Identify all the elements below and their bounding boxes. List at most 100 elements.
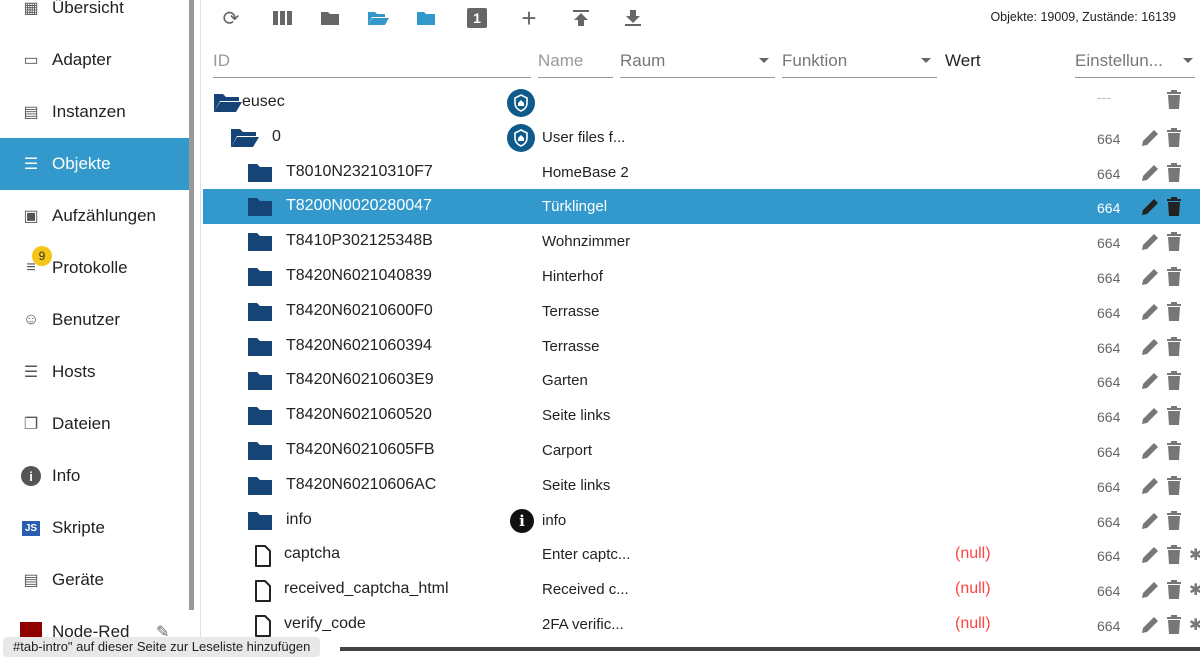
edit-icon[interactable] bbox=[1140, 580, 1160, 605]
delete-icon[interactable] bbox=[1166, 441, 1182, 466]
settings-icon[interactable]: ✱ bbox=[1189, 580, 1200, 600]
folder-icon[interactable] bbox=[247, 232, 273, 257]
sidebar-item-ger-te[interactable]: ▤ Geräte bbox=[0, 554, 189, 606]
folder-icon[interactable] bbox=[247, 337, 273, 362]
delete-icon[interactable] bbox=[1166, 162, 1182, 188]
delete-icon[interactable] bbox=[1166, 232, 1182, 257]
sidebar-item-aufz-hlungen[interactable]: ▣ Aufzählungen bbox=[0, 190, 189, 242]
delete-icon[interactable] bbox=[1166, 197, 1182, 222]
expand-one-level-button[interactable]: 1 bbox=[465, 6, 489, 30]
sidebar-item--bersicht[interactable]: ▦ Übersicht bbox=[0, 0, 189, 34]
delete-icon[interactable] bbox=[1166, 127, 1182, 153]
table-row[interactable]: T8420N60210600F0 Terrasse 664 bbox=[203, 294, 1200, 329]
table-row[interactable]: eusec --- bbox=[203, 85, 1200, 120]
sidebar-item-skripte[interactable]: JS Skripte bbox=[0, 502, 189, 554]
edit-icon[interactable] bbox=[1140, 615, 1160, 640]
delete-icon[interactable] bbox=[1166, 371, 1182, 396]
folder-icon[interactable] bbox=[247, 197, 273, 222]
table-row[interactable]: T8420N60210603E9 Garten 664 bbox=[203, 363, 1200, 398]
permissions: 664 bbox=[1097, 513, 1121, 530]
file-icon[interactable] bbox=[254, 580, 272, 607]
sidebar-scrollbar[interactable] bbox=[189, 0, 194, 610]
permissions: 664 bbox=[1097, 444, 1121, 460]
folder-icon[interactable] bbox=[247, 371, 273, 396]
delete-icon[interactable] bbox=[1166, 301, 1182, 327]
delete-icon[interactable] bbox=[1166, 510, 1182, 536]
delete-icon[interactable] bbox=[1166, 406, 1182, 431]
sidebar-item-adapter[interactable]: ▭ Adapter bbox=[0, 34, 189, 86]
edit-icon[interactable] bbox=[1140, 511, 1160, 536]
edit-icon[interactable] bbox=[1140, 371, 1160, 396]
sidebar-item-label: Geräte bbox=[52, 570, 104, 589]
object-value[interactable]: (null) bbox=[955, 545, 991, 563]
folder-icon[interactable] bbox=[247, 476, 273, 501]
table-row[interactable]: received_captcha_html Received c... (null)… bbox=[203, 572, 1200, 607]
delete-icon[interactable] bbox=[1166, 267, 1182, 292]
delete-icon[interactable] bbox=[1166, 90, 1182, 115]
edit-icon[interactable] bbox=[1140, 441, 1160, 466]
sidebar-item-hosts[interactable]: ☰ Hosts bbox=[0, 346, 189, 398]
table-row[interactable]: T8420N6021060394 Terrasse 664 bbox=[203, 329, 1200, 364]
sidebar-item-objekte[interactable]: ☰ Objekte bbox=[0, 138, 189, 190]
folder-icon[interactable] bbox=[247, 267, 273, 292]
sidebar-item-dateien[interactable]: ❐ Dateien bbox=[0, 398, 189, 450]
table-row[interactable]: info i info 664 bbox=[203, 503, 1200, 538]
delete-icon[interactable] bbox=[1166, 475, 1182, 501]
edit-icon[interactable] bbox=[1140, 163, 1160, 188]
function-filter-select[interactable]: Funktion bbox=[782, 46, 937, 78]
edit-icon[interactable] bbox=[1140, 197, 1160, 222]
edit-icon[interactable] bbox=[1140, 406, 1160, 431]
folder-icon[interactable] bbox=[247, 511, 273, 536]
sidebar-item-info[interactable]: i Info bbox=[0, 450, 189, 502]
folder-icon[interactable] bbox=[247, 441, 273, 466]
room-filter-select[interactable]: Raum bbox=[620, 46, 775, 78]
file-icon[interactable] bbox=[254, 545, 272, 572]
sidebar-item-protokolle[interactable]: ≡ Protokolle 9 bbox=[0, 242, 189, 294]
columns-icon[interactable] bbox=[271, 6, 295, 30]
table-row[interactable]: captcha Enter captc... (null) 664 ✱ bbox=[203, 537, 1200, 572]
object-value[interactable]: (null) bbox=[955, 580, 991, 598]
folder-open-icon[interactable] bbox=[366, 6, 390, 30]
folder-icon[interactable] bbox=[247, 406, 273, 431]
add-icon[interactable]: + bbox=[517, 3, 541, 33]
edit-icon[interactable] bbox=[1140, 232, 1160, 257]
sidebar-item-benutzer[interactable]: ☺ Benutzer bbox=[0, 294, 189, 346]
folder-open-icon[interactable] bbox=[230, 128, 260, 153]
delete-icon[interactable] bbox=[1166, 545, 1182, 570]
table-row[interactable]: T8410P302125348B Wohnzimmer 664 bbox=[203, 224, 1200, 259]
folder-icon[interactable] bbox=[247, 163, 273, 188]
settings-icon[interactable]: ✱ bbox=[1189, 615, 1200, 635]
table-row[interactable]: verify_code 2FA verific... (null) 664 ✱ bbox=[203, 607, 1200, 642]
horizontal-scrollbar[interactable] bbox=[340, 647, 1200, 651]
folder-icon[interactable] bbox=[247, 302, 273, 327]
object-value[interactable]: (null) bbox=[955, 615, 991, 633]
sidebar-item-label: Übersicht bbox=[52, 0, 124, 17]
table-row[interactable]: T8420N6021040839 Hinterhof 664 bbox=[203, 259, 1200, 294]
table-row[interactable]: T8010N23210310F7 HomeBase 2 664 bbox=[203, 155, 1200, 190]
delete-icon[interactable] bbox=[1166, 580, 1182, 605]
folder-collapse-icon[interactable] bbox=[318, 6, 342, 30]
upload-icon[interactable] bbox=[569, 6, 593, 30]
id-filter-input[interactable]: ID bbox=[213, 46, 531, 78]
edit-icon[interactable] bbox=[1140, 545, 1160, 570]
name-filter-input[interactable]: Name bbox=[538, 46, 613, 78]
edit-icon[interactable] bbox=[1140, 337, 1160, 362]
edit-icon[interactable] bbox=[1140, 476, 1160, 501]
table-row[interactable]: T8200N0020280047 Türklingel 664 bbox=[203, 189, 1200, 225]
sidebar-item-instanzen[interactable]: ▤ Instanzen bbox=[0, 86, 189, 138]
table-row[interactable]: T8420N60210606AC Seite links 664 bbox=[203, 468, 1200, 503]
folder-open-icon[interactable] bbox=[213, 93, 243, 118]
table-row[interactable]: T8420N60210605FB Carport 664 bbox=[203, 433, 1200, 468]
refresh-icon[interactable]: ⟳ bbox=[219, 6, 243, 30]
settings-filter-select[interactable]: Einstellun... bbox=[1075, 46, 1195, 78]
folder-expand-icon[interactable] bbox=[414, 6, 438, 30]
download-icon[interactable] bbox=[621, 6, 645, 30]
table-row[interactable]: 0 User files f... 664 bbox=[203, 120, 1200, 155]
table-row[interactable]: T8420N6021060520 Seite links 664 bbox=[203, 398, 1200, 433]
delete-icon[interactable] bbox=[1166, 336, 1182, 362]
settings-icon[interactable]: ✱ bbox=[1189, 545, 1200, 565]
delete-icon[interactable] bbox=[1166, 615, 1182, 640]
edit-icon[interactable] bbox=[1140, 128, 1160, 153]
edit-icon[interactable] bbox=[1140, 267, 1160, 292]
edit-icon[interactable] bbox=[1140, 302, 1160, 327]
